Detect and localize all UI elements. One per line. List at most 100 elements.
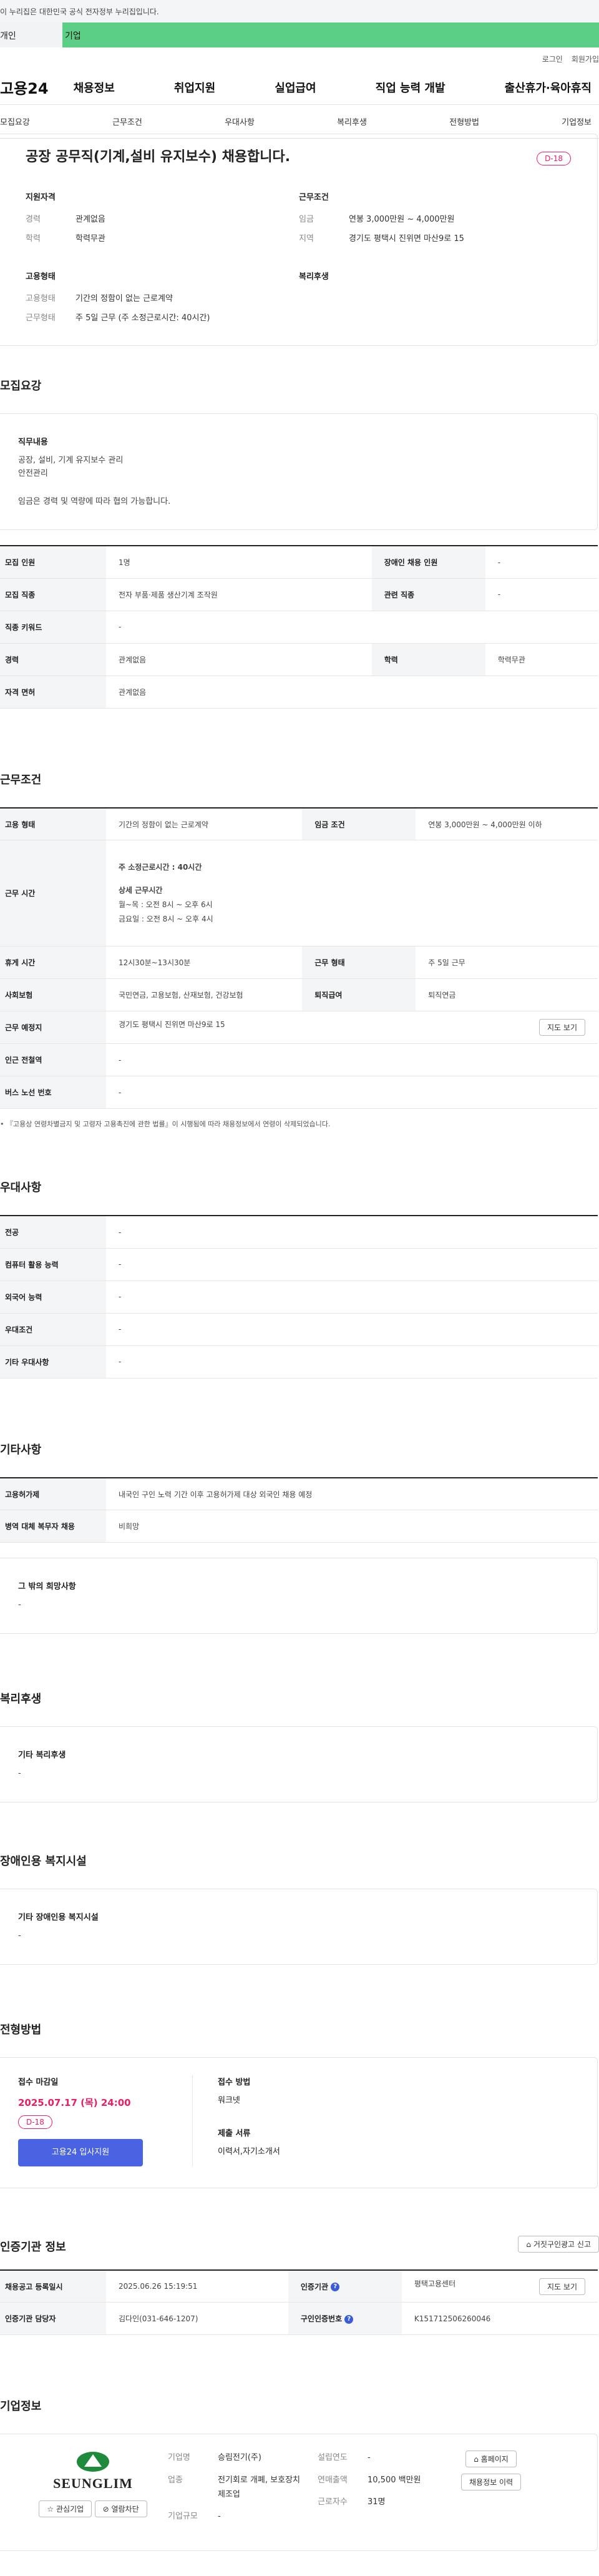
tab-personal[interactable]: 개인: [0, 22, 62, 47]
block-label: 열람차단: [111, 2505, 139, 2514]
table-header-cell: 인증기관 ?: [288, 2269, 402, 2303]
table-cell: 연봉 3,000만원 ~ 4,000만원 이하: [416, 807, 598, 841]
recruit-table: 모집 인원 1명 장애인 채용 인원 - 모집 직종 전자 부품·제품 생산기계 조작원…: [0, 545, 598, 709]
work-hours-sub: 상세 근무시간: [119, 886, 163, 895]
table-row: 고용허가제 내국인 구인 노력 기간 이후 고용허가제 대상 외국인 채용 예정: [0, 1477, 598, 1511]
deadline-panel: 접수 마감일 2025.07.17 (목) 24:00 D-18 고용24 입사…: [18, 2075, 193, 2166]
map-button[interactable]: 지도 보기: [539, 1019, 585, 1036]
table-header-cell: 버스 노선 번호: [0, 1076, 106, 1109]
tab-company[interactable]: 기업정보: [562, 116, 592, 127]
table-cell: -: [106, 1076, 598, 1109]
table-row: 경력 관계없음 학력 학력무관: [0, 643, 598, 676]
tab-recruit[interactable]: 모집요강: [0, 116, 30, 127]
company-value: -: [218, 2512, 221, 2522]
table-header-cell: 경력: [0, 643, 106, 676]
block-icon: ⊘: [102, 2505, 112, 2514]
help-icon[interactable]: ?: [331, 2283, 340, 2292]
company-key: 업종: [168, 2475, 183, 2485]
table-row: 버스 노선 번호 -: [0, 1076, 598, 1109]
company-info-left: 기업명 승림전기(주) 업종 전기회로 개폐, 보호장치 제조업 기업규모 -: [168, 2451, 318, 2532]
summary-key: 임금: [299, 215, 314, 224]
homepage-button[interactable]: ⌂ 홈페이지: [465, 2451, 517, 2468]
table-row: 모집 직종 전자 부품·제품 생산기계 조작원 관련 직종 -: [0, 578, 598, 611]
tab-welfare[interactable]: 복리후생: [337, 116, 367, 127]
docs-value: 이력서,자기소개서: [218, 2146, 280, 2156]
signup-link[interactable]: 회원가입: [572, 54, 599, 70]
report-fake-ad-button[interactable]: ⌂ 거짓구인광고 신고: [518, 2235, 599, 2253]
table-row: 인증기관 담당자 김다인(031-646-1207) 구인인증번호 ? K151712…: [0, 2302, 598, 2336]
table-header-cell: 우대조건: [0, 1313, 106, 1346]
summary-welfare: 복리후생: [299, 270, 572, 330]
table-row: 휴게 시간 12시30분~13시30분 근무 형태 주 5일 근무: [0, 946, 598, 980]
summary-value: 관계없음: [75, 215, 105, 224]
section-title-conditions: 근무조건: [0, 773, 42, 787]
global-nav: 고용24 채용정보 취업지원 실업급여 직업 능력 개발 출산휴가·육아휴직: [0, 70, 599, 105]
home-icon: ⌂: [474, 2455, 481, 2464]
table-cell: 국민연금, 고용보험, 산재보험, 건강보험: [106, 978, 303, 1012]
table-cell: -: [106, 1345, 598, 1379]
table-row: 병역 대체 복무자 채용 비희망: [0, 1510, 598, 1543]
table-header-cell: 퇴직급여: [302, 978, 416, 1012]
company-value: -: [368, 2453, 371, 2463]
tab-conditions[interactable]: 근무조건: [112, 116, 142, 127]
table-cell: 2025.06.26 15:19:51: [106, 2269, 288, 2303]
table-header-cell: 인근 전철역: [0, 1043, 106, 1077]
gnb-item-jobs[interactable]: 채용정보: [74, 79, 115, 96]
summary-value: 학력무관: [75, 234, 105, 243]
company-value: 승림전기(주): [218, 2453, 261, 2463]
help-icon[interactable]: ?: [344, 2314, 354, 2324]
conditions-table: 고용 형태 기간의 정함이 없는 근로계약 임금 조건 연봉 3,000만원 ~ 4,…: [0, 807, 598, 1109]
section-title-etc: 기타사항: [0, 1443, 42, 1457]
map-button[interactable]: 지도 보기: [539, 2278, 585, 2295]
table-cell: 퇴직연금: [416, 978, 598, 1012]
tab-preferences[interactable]: 우대사항: [225, 116, 255, 127]
deadline-heading: 접수 마감일: [18, 2077, 59, 2087]
company-logo-text: SEUNGLIM: [53, 2475, 133, 2492]
company-info-right: 설립연도 - 연매출액 10,500 백만원 근로자수 31명: [318, 2451, 461, 2517]
job-summary-card: 공장 공무직(기계,설비 유지보수) 채용합니다. D-18 지원자격 경력 관계…: [0, 134, 598, 346]
docs-heading: 제출 서류: [218, 2128, 251, 2138]
summary-employment: 고용형태 고용형태 기간의 정함이 없는 근로계약 근무형태 주 5일 근무 (주 …: [26, 270, 299, 330]
table-row: 사회보험 국민연금, 고용보험, 산재보험, 건강보험 퇴직급여 퇴직연금: [0, 978, 598, 1012]
etc-wish-heading: 그 밖의 희망사항: [18, 1582, 76, 1592]
table-cell: 주 5일 근무: [416, 946, 598, 980]
summary-conditions: 근무조건 임금 연봉 3,000만원 ~ 4,000만원 지역 경기도 평택시 진위…: [299, 190, 572, 251]
table-cell: K151712506260046: [401, 2302, 598, 2336]
tab-process[interactable]: 전형방법: [449, 116, 479, 127]
home-icon: ⌂: [526, 2239, 533, 2249]
tab-company[interactable]: 기업: [62, 22, 599, 47]
table-cell: -: [485, 578, 598, 611]
gnb-item-benefit[interactable]: 실업급여: [275, 79, 316, 96]
star-icon: ☆: [47, 2505, 56, 2514]
section-title-preferences: 우대사항: [0, 1181, 42, 1195]
cert-table: 채용공고 등록일시 2025.06.26 15:19:51 인증기관 ? 평택고용센터…: [0, 2269, 598, 2336]
table-header-cell: 외국어 능력: [0, 1281, 106, 1314]
table-header-cell: 휴게 시간: [0, 946, 106, 980]
table-header-cell: 임금 조건: [302, 807, 416, 841]
table-row: 우대조건 -: [0, 1313, 598, 1346]
gnb-item-support[interactable]: 취업지원: [174, 79, 215, 96]
company-logo-panel: SEUNGLIM ☆ 관심기업 ⊘ 열람차단: [18, 2451, 168, 2518]
job-title: 공장 공무직(기계,설비 유지보수) 채용합니다.: [26, 149, 291, 165]
table-row: 모집 인원 1명 장애인 채용 인원 -: [0, 546, 598, 579]
summary-qualification: 지원자격 경력 관계없음 학력 학력무관: [26, 190, 299, 251]
etc-wish-box: 그 밖의 희망사항 -: [0, 1558, 598, 1635]
table-cell: 관계없음: [106, 643, 372, 676]
login-link[interactable]: 로그인: [542, 54, 563, 70]
recruit-history-button[interactable]: 채용정보 이력: [461, 2474, 522, 2491]
disability-box: 기타 장애인용 복지시설 -: [0, 1888, 598, 1965]
gnb-item-leave[interactable]: 출산휴가·육아휴직: [505, 79, 592, 96]
favorite-company-button[interactable]: ☆ 관심기업: [39, 2500, 92, 2518]
gov-banner: 이 누리집은 대한민국 공식 전자정부 누리집입니다.: [0, 0, 599, 22]
block-view-button[interactable]: ⊘ 열람차단: [94, 2500, 147, 2518]
company-key: 기업규모: [168, 2512, 198, 2522]
apply-button[interactable]: 고용24 입사지원: [18, 2138, 143, 2166]
company-box: SEUNGLIM ☆ 관심기업 ⊘ 열람차단 기업명 승림전기(주) 업종 전기회로…: [0, 2434, 598, 2551]
job-description-line: 공장, 설비, 기계 유지보수 관리: [18, 456, 124, 465]
table-row: 전공 -: [0, 1216, 598, 1249]
summary-heading: 복리후생: [299, 272, 329, 282]
site-logo[interactable]: 고용24: [0, 76, 49, 98]
table-cell: 전자 부품·제품 생산기계 조작원: [106, 578, 372, 611]
gnb-item-training[interactable]: 직업 능력 개발: [376, 79, 446, 96]
deadline-date: 2025.07.17 (목) 24:00: [18, 2097, 131, 2108]
